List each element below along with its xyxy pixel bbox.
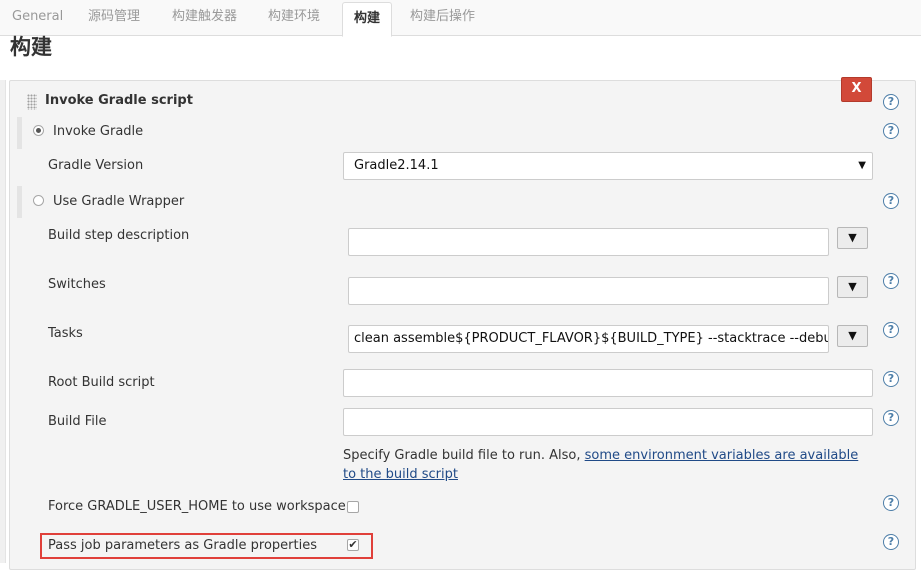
help-icon[interactable]: ? bbox=[883, 534, 899, 550]
root-build-script-input[interactable] bbox=[343, 369, 873, 397]
section-indent-bar bbox=[0, 80, 6, 563]
expand-textarea-button[interactable]: ▼ bbox=[837, 325, 868, 347]
expand-textarea-button[interactable]: ▼ bbox=[837, 227, 868, 249]
invoke-gradle-radio[interactable] bbox=[33, 125, 44, 136]
build-file-label: Build File bbox=[48, 414, 107, 429]
tasks-input[interactable]: clean assemble${PRODUCT_FLAVOR}${BUILD_T… bbox=[348, 325, 829, 353]
tab-source-control[interactable]: 源码管理 bbox=[88, 0, 140, 36]
use-gradle-wrapper-label: Use Gradle Wrapper bbox=[53, 194, 185, 209]
expand-textarea-button[interactable]: ▼ bbox=[837, 276, 868, 298]
tab-build[interactable]: 构建 bbox=[342, 2, 392, 37]
root-build-script-label: Root Build script bbox=[48, 375, 155, 390]
help-icon[interactable]: ? bbox=[883, 410, 899, 426]
radio-block-bar bbox=[17, 186, 22, 218]
help-icon[interactable]: ? bbox=[883, 193, 899, 209]
tab-build-environment[interactable]: 构建环境 bbox=[268, 0, 320, 36]
pass-job-parameters-label: Pass job parameters as Gradle properties bbox=[48, 538, 317, 553]
delete-step-button[interactable]: X bbox=[841, 77, 872, 102]
gradle-version-label: Gradle Version bbox=[48, 158, 144, 173]
tab-post-build[interactable]: 构建后操作 bbox=[410, 0, 475, 36]
build-step-description-input[interactable] bbox=[348, 228, 829, 256]
tab-build-triggers[interactable]: 构建触发器 bbox=[172, 0, 237, 36]
help-icon[interactable]: ? bbox=[883, 94, 899, 110]
help-icon[interactable]: ? bbox=[883, 273, 899, 289]
tab-bar: General 源码管理 构建触发器 构建环境 构建 构建后操作 bbox=[0, 0, 921, 37]
help-icon[interactable]: ? bbox=[883, 322, 899, 338]
drag-handle-icon[interactable] bbox=[27, 94, 37, 110]
chevron-down-icon: ▼ bbox=[858, 160, 866, 171]
radio-block-bar bbox=[17, 117, 22, 149]
tasks-label: Tasks bbox=[48, 326, 83, 341]
switches-label: Switches bbox=[48, 277, 106, 292]
build-file-description: Specify Gradle build file to run. Also, … bbox=[343, 446, 873, 484]
invoke-gradle-label: Invoke Gradle bbox=[53, 124, 144, 139]
build-file-description-text: Specify Gradle build file to run. Also, bbox=[343, 448, 585, 463]
build-file-input[interactable] bbox=[343, 408, 873, 436]
switches-input[interactable] bbox=[348, 277, 829, 305]
force-gradle-user-home-label: Force GRADLE_USER_HOME to use workspace bbox=[48, 499, 346, 514]
help-icon[interactable]: ? bbox=[883, 495, 899, 511]
use-gradle-wrapper-radio[interactable] bbox=[33, 195, 44, 206]
gradle-version-value: Gradle2.14.1 bbox=[354, 158, 439, 173]
build-step-description-label: Build step description bbox=[48, 228, 190, 243]
help-icon[interactable]: ? bbox=[883, 123, 899, 139]
gradle-version-select[interactable]: Gradle2.14.1 ▼ bbox=[343, 152, 873, 180]
force-gradle-user-home-checkbox[interactable] bbox=[347, 501, 359, 513]
section-title: 构建 bbox=[10, 35, 52, 59]
help-icon[interactable]: ? bbox=[883, 371, 899, 387]
build-step-title: Invoke Gradle script bbox=[45, 93, 193, 108]
pass-job-parameters-checkbox[interactable]: ✔ bbox=[347, 539, 359, 551]
